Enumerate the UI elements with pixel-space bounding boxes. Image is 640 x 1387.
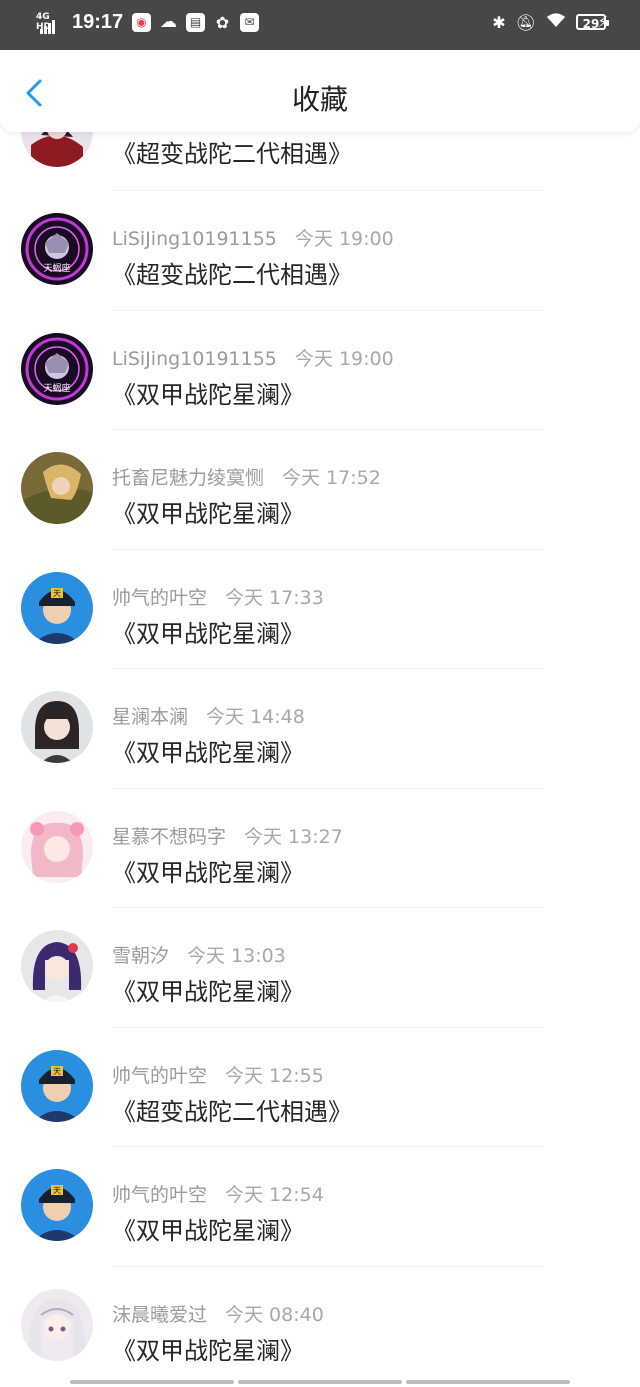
chevron-left-icon [26, 79, 42, 107]
app-icon: ◉ [132, 13, 151, 32]
back-button[interactable] [22, 78, 48, 108]
avatar[interactable]: 天 [21, 1169, 93, 1241]
item-title: 《超变战陀二代相遇》 [112, 1097, 352, 1126]
item-title: 《双甲战陀星澜》 [112, 500, 304, 528]
avatar[interactable]: 天蝎座 [21, 332, 93, 405]
item-title: 《超变战陀二代相遇》 [112, 140, 352, 168]
list-item[interactable]: 天 帅气的叶空 今天 12:55 《超变战陀二代相遇》 [0, 1028, 640, 1147]
avatar[interactable]: 天蝎座 [21, 213, 93, 285]
wechat-icon: ✿ [215, 13, 230, 32]
avatar[interactable] [21, 930, 93, 1002]
list-item[interactable]: 天 帅气的叶空 今天 17:33 《双甲战陀星澜》 [0, 550, 640, 669]
bluetooth-icon: ✱ [492, 12, 506, 32]
avatar[interactable] [21, 810, 93, 883]
header: 收藏 [0, 50, 640, 132]
page-title: 收藏 [291, 83, 348, 116]
user-name[interactable]: 托畜尼魅力绫寞恻 [112, 467, 264, 489]
list-item[interactable]: 《超变战陀二代相遇》 [0, 132, 640, 191]
timestamp: 今天 12:54 [225, 1184, 324, 1206]
item-meta: LiSiJing10191155 今天 19:00 [112, 344, 394, 371]
item-title: 《双甲战陀星澜》 [112, 619, 304, 648]
item-title: 《双甲战陀星澜》 [112, 1217, 304, 1245]
timestamp: 今天 19:00 [294, 228, 394, 250]
mute-icon: 🔕︎ [515, 12, 536, 32]
avatar[interactable] [21, 132, 93, 167]
svg-text:天蝎座: 天蝎座 [43, 262, 70, 274]
avatar[interactable] [21, 1288, 93, 1361]
list-item[interactable]: 星澜本澜 今天 14:48 《双甲战陀星澜》 [0, 669, 640, 789]
calendar-icon: ▤ [186, 13, 205, 32]
clock: 19:17 [72, 11, 124, 33]
item-title: 《双甲战陀星澜》 [112, 1336, 304, 1365]
item-meta: 帅气的叶空 今天 12:54 [112, 1180, 324, 1207]
list-item[interactable]: 沫晨曦爱过 今天 08:40 《双甲战陀星澜》 [0, 1267, 640, 1373]
timestamp: 今天 17:33 [225, 586, 324, 609]
list-item[interactable]: 托畜尼魅力绫寞恻 今天 17:52 《双甲战陀星澜》 [0, 430, 640, 550]
timestamp: 今天 13:03 [187, 945, 286, 967]
user-name[interactable]: 雪朝汐 [112, 945, 169, 967]
svg-text:天: 天 [53, 1186, 61, 1195]
item-meta: LiSiJing10191155 今天 19:00 [112, 224, 394, 251]
user-name[interactable]: 帅气的叶空 [112, 587, 207, 609]
home-indicator [70, 1380, 570, 1384]
timestamp: 今天 17:52 [282, 467, 381, 489]
user-name[interactable]: LiSiJing10191155 [112, 228, 277, 250]
item-title: 《双甲战陀星澜》 [112, 858, 304, 887]
signal-icon: 4G HD [36, 12, 66, 36]
item-meta: 星慕不想码字 今天 13:27 [112, 822, 343, 849]
notification-icons: ◉ ☁ ▤ ✿ ✉ [132, 13, 259, 32]
list-item[interactable]: 星慕不想码字 今天 13:27 《双甲战陀星澜》 [0, 789, 640, 908]
wifi-icon [546, 12, 566, 32]
system-icons: ✱ 🔕︎ 29 [492, 12, 609, 32]
item-title: 《超变战陀二代相遇》 [112, 261, 352, 289]
item-meta: 帅气的叶空 今天 17:33 [112, 583, 324, 610]
favorites-list: 《超变战陀二代相遇》 天蝎座 LiSiJing10191155 今天 19:00 … [0, 132, 640, 1372]
svg-text:天蝎座: 天蝎座 [43, 382, 70, 394]
user-name[interactable]: 星慕不想码字 [112, 826, 226, 848]
timestamp: 今天 12:55 [225, 1064, 324, 1087]
list-item[interactable]: 雪朝汐 今天 13:03 《双甲战陀星澜》 [0, 908, 640, 1028]
user-name[interactable]: 沫晨曦爱过 [112, 1304, 207, 1326]
list-item[interactable]: 天 帅气的叶空 今天 12:54 《双甲战陀星澜》 [0, 1147, 640, 1267]
charging-icon: ⚡︎ [597, 13, 608, 31]
avatar[interactable] [21, 452, 93, 524]
item-meta: 托畜尼魅力绫寞恻 今天 17:52 [112, 463, 381, 490]
user-name[interactable]: 帅气的叶空 [112, 1184, 207, 1206]
cloud-icon: ☁ [160, 12, 177, 32]
user-name[interactable]: 帅气的叶空 [112, 1065, 207, 1087]
item-meta: 帅气的叶空 今天 12:55 [112, 1061, 324, 1088]
list-item[interactable]: 天蝎座 LiSiJing10191155 今天 19:00 《超变战陀二代相遇》 [0, 191, 640, 311]
item-meta: 星澜本澜 今天 14:48 [112, 702, 305, 729]
svg-text:天: 天 [53, 589, 61, 598]
item-meta: 沫晨曦爱过 今天 08:40 [112, 1300, 324, 1327]
svg-text:天: 天 [53, 1067, 61, 1076]
mail-icon: ✉ [240, 13, 259, 32]
item-title: 《双甲战陀星澜》 [112, 739, 304, 767]
timestamp: 今天 08:40 [225, 1303, 324, 1326]
timestamp: 今天 13:27 [244, 825, 343, 848]
item-meta: 雪朝汐 今天 13:03 [112, 941, 286, 968]
user-name[interactable]: LiSiJing10191155 [112, 348, 277, 370]
avatar[interactable]: 天 [21, 571, 93, 644]
list-item[interactable]: 天蝎座 LiSiJing10191155 今天 19:00 《双甲战陀星澜》 [0, 311, 640, 430]
avatar[interactable]: 天 [21, 1049, 93, 1122]
status-bar: 4G HD 19:17 ◉ ☁ ▤ ✿ ✉ ✱ 🔕︎ 29 ⚡︎ [0, 0, 640, 50]
user-name[interactable]: 星澜本澜 [112, 706, 188, 728]
avatar[interactable] [21, 691, 93, 763]
item-title: 《双甲战陀星澜》 [112, 978, 304, 1006]
item-title: 《双甲战陀星澜》 [112, 380, 304, 409]
timestamp: 今天 14:48 [206, 706, 305, 728]
timestamp: 今天 19:00 [294, 347, 394, 370]
